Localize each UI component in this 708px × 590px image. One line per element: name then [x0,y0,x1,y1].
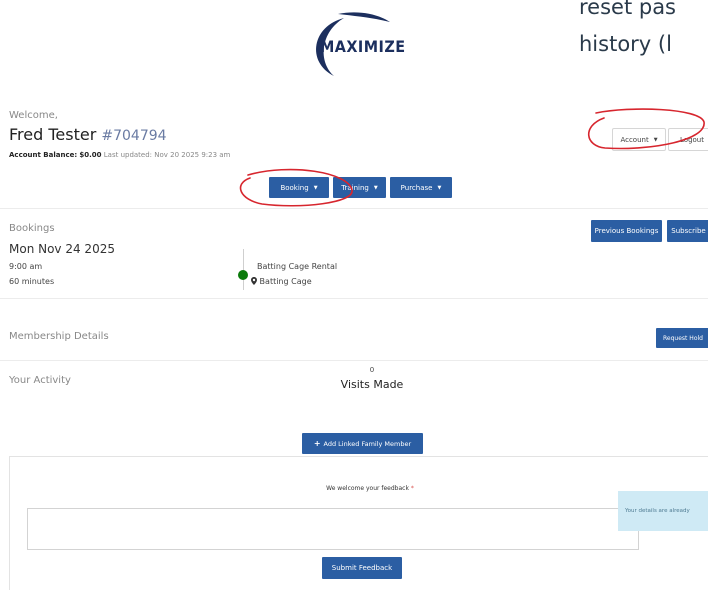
info-alert: Your details are already [618,491,708,531]
welcome-label: Welcome, [9,110,58,121]
required-mark: * [410,485,414,492]
subscribe-button[interactable]: Subscribe [667,220,708,242]
booking-date: Mon Nov 24 2025 [9,242,115,256]
training-label: Training [341,183,369,192]
map-marker-icon [251,277,257,285]
caret-down-icon: ▼ [437,184,442,191]
booking-status-dot-icon [238,270,248,280]
account-balance: Account Balance: $0.00 Last updated: Nov… [9,151,230,159]
feedback-textarea[interactable] [27,508,639,550]
logout-button[interactable]: Logout [668,128,708,151]
booking-menu-button[interactable]: Booking ▼ [269,177,329,198]
caret-down-icon: ▼ [313,184,318,191]
purchase-menu-button[interactable]: Purchase ▼ [390,177,452,198]
section-divider [0,298,708,299]
logout-label: Logout [680,135,704,144]
user-name: Fred Tester [9,125,97,144]
previous-bookings-button[interactable]: Previous Bookings [591,220,662,242]
caret-down-icon: ▼ [373,184,378,191]
membership-title: Membership Details [9,331,109,342]
plus-icon: + [313,439,321,448]
overlay-text-line-2: history (l [579,32,672,56]
maximize-logo: MAXIMIZE [298,10,426,80]
account-label: Account [620,135,649,144]
booking-label: Booking [280,183,309,192]
feedback-label-text: We welcome your feedback [326,485,409,492]
balance-value: $0.00 [79,151,102,159]
location-label: Batting Cage [259,277,312,286]
caret-down-icon: ▼ [653,136,658,143]
booking-time: 9:00 am [9,262,43,271]
balance-label: Account Balance: [9,151,78,159]
booking-activity: Batting Cage Rental [257,262,338,271]
account-dropdown-button[interactable]: Account ▼ [612,128,666,151]
submit-feedback-button[interactable]: Submit Feedback [322,557,402,579]
member-id: #704794 [101,128,167,144]
visits-count: 0 [369,366,375,374]
user-name-line: Fred Tester #704794 [9,125,167,144]
add-linked-family-member-button[interactable]: + Add Linked Family Member [302,433,423,454]
feedback-label: We welcome your feedback * [200,485,540,492]
logo-text: MAXIMIZE [320,37,406,56]
purchase-label: Purchase [400,183,433,192]
booking-duration: 60 minutes [9,277,55,286]
visits-label: Visits Made [340,378,404,391]
add-family-label: Add Linked Family Member [323,439,412,448]
bookings-title: Bookings [9,223,55,234]
request-hold-button[interactable]: Request Hold [656,328,708,348]
booking-location: Batting Cage [251,277,312,286]
section-divider [0,360,708,361]
last-updated: Last updated: Nov 20 2025 9:23 am [103,151,231,159]
overlay-text-line-1: reset pas [579,0,677,19]
section-divider [0,208,708,209]
activity-title: Your Activity [9,375,71,386]
training-menu-button[interactable]: Training ▼ [333,177,386,198]
